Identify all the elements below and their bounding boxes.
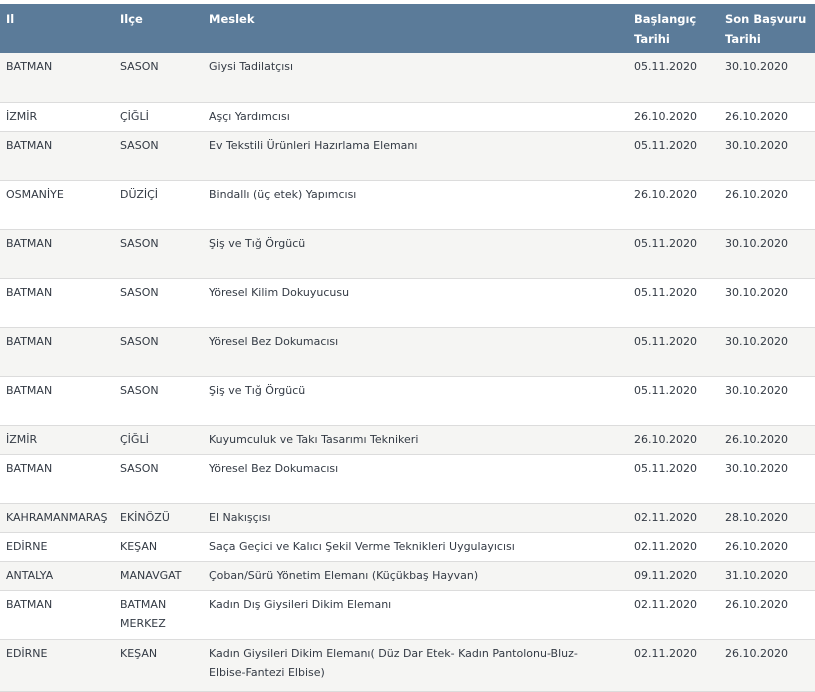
- cell-il: BATMAN: [0, 327, 114, 377]
- table-row: BATMAN SASON Yöresel Bez Dokumacısı 05.1…: [0, 454, 815, 504]
- cell-meslek: Kuyumculuk ve Takı Tasarımı Teknikeri: [203, 425, 628, 455]
- cell-ilce: SASON: [114, 229, 203, 279]
- cell-baslangic-tarihi: 09.11.2020: [628, 561, 719, 591]
- cell-son-basvuru-tarihi: 26.10.2020: [719, 425, 815, 455]
- table-header-row: Il Ilçe Meslek Başlangıç Tarihi Son Başvu…: [0, 4, 815, 53]
- cell-ilce: SASON: [114, 376, 203, 426]
- cell-baslangic-tarihi: 26.10.2020: [628, 425, 719, 455]
- cell-baslangic-tarihi: 05.11.2020: [628, 229, 719, 279]
- table-row: BATMAN SASON Şiş ve Tığ Örgücü 05.11.202…: [0, 376, 815, 426]
- job-listings-table: Il Ilçe Meslek Başlangıç Tarihi Son Başvu…: [0, 4, 815, 692]
- cell-ilce: SASON: [114, 327, 203, 377]
- cell-baslangic-tarihi: 05.11.2020: [628, 131, 719, 181]
- cell-son-basvuru-tarihi: 26.10.2020: [719, 639, 815, 692]
- cell-baslangic-tarihi: 02.11.2020: [628, 639, 719, 692]
- cell-il: OSMANİYE: [0, 180, 114, 230]
- cell-il: İZMİR: [0, 102, 114, 132]
- cell-son-basvuru-tarihi: 26.10.2020: [719, 590, 815, 640]
- table-row: BATMAN SASON Ev Tekstili Ürünleri Hazırl…: [0, 131, 815, 181]
- cell-baslangic-tarihi: 02.11.2020: [628, 532, 719, 562]
- header-meslek: Meslek: [203, 4, 628, 53]
- cell-il: BATMAN: [0, 454, 114, 504]
- cell-son-basvuru-tarihi: 30.10.2020: [719, 229, 815, 279]
- cell-meslek: Ev Tekstili Ürünleri Hazırlama Elemanı: [203, 131, 628, 181]
- cell-il: EDİRNE: [0, 532, 114, 562]
- cell-meslek: Çoban/Sürü Yönetim Elemanı (Küçükbaş Hay…: [203, 561, 628, 591]
- cell-ilce: EKİNÖZÜ: [114, 503, 203, 533]
- cell-ilce: MANAVGAT: [114, 561, 203, 591]
- table-row: EDİRNE KEŞAN Kadın Giysileri Dikim Elema…: [0, 639, 815, 692]
- cell-baslangic-tarihi: 05.11.2020: [628, 454, 719, 504]
- cell-meslek: Bindallı (üç etek) Yapımcısı: [203, 180, 628, 230]
- cell-baslangic-tarihi: 05.11.2020: [628, 278, 719, 328]
- cell-son-basvuru-tarihi: 30.10.2020: [719, 53, 815, 103]
- cell-meslek: Giysi Tadilatçısı: [203, 53, 628, 103]
- table-row: BATMAN BATMAN MERKEZ Kadın Dış Giysileri …: [0, 590, 815, 640]
- table-row: OSMANİYE DÜZİÇİ Bindallı (üç etek) Yapım…: [0, 180, 815, 230]
- table-row: BATMAN SASON Yöresel Kilim Dokuyucusu 05…: [0, 278, 815, 328]
- table-row: BATMAN SASON Şiş ve Tığ Örgücü 05.11.202…: [0, 229, 815, 279]
- cell-meslek: Şiş ve Tığ Örgücü: [203, 376, 628, 426]
- table-row: EDİRNE KEŞAN Saça Geçici ve Kalıcı Şekil…: [0, 532, 815, 562]
- cell-il: BATMAN: [0, 229, 114, 279]
- cell-son-basvuru-tarihi: 30.10.2020: [719, 327, 815, 377]
- cell-ilce: ÇİĞLİ: [114, 102, 203, 132]
- cell-il: BATMAN: [0, 590, 114, 640]
- cell-baslangic-tarihi: 05.11.2020: [628, 53, 719, 103]
- cell-ilce: KEŞAN: [114, 639, 203, 692]
- cell-ilce: ÇİĞLİ: [114, 425, 203, 455]
- cell-baslangic-tarihi: 26.10.2020: [628, 102, 719, 132]
- cell-ilce: KEŞAN: [114, 532, 203, 562]
- cell-il: İZMİR: [0, 425, 114, 455]
- table-row: İZMİR ÇİĞLİ Aşçı Yardımcısı 26.10.2020 2…: [0, 102, 815, 132]
- cell-baslangic-tarihi: 05.11.2020: [628, 327, 719, 377]
- table-row: BATMAN SASON Giysi Tadilatçısı 05.11.202…: [0, 53, 815, 103]
- cell-il: KAHRAMANMARAŞ: [0, 503, 114, 533]
- cell-ilce: SASON: [114, 131, 203, 181]
- cell-ilce: DÜZİÇİ: [114, 180, 203, 230]
- cell-son-basvuru-tarihi: 28.10.2020: [719, 503, 815, 533]
- cell-il: EDİRNE: [0, 639, 114, 692]
- cell-ilce: BATMAN MERKEZ: [114, 590, 203, 640]
- table-row: KAHRAMANMARAŞ EKİNÖZÜ El Nakışçısı 02.11…: [0, 503, 815, 533]
- cell-baslangic-tarihi: 05.11.2020: [628, 376, 719, 426]
- cell-meslek: Saça Geçici ve Kalıcı Şekil Verme Teknik…: [203, 532, 628, 562]
- table-row: BATMAN SASON Yöresel Bez Dokumacısı 05.1…: [0, 327, 815, 377]
- cell-meslek: Yöresel Bez Dokumacısı: [203, 327, 628, 377]
- cell-ilce: SASON: [114, 454, 203, 504]
- header-il: Il: [0, 4, 114, 53]
- cell-son-basvuru-tarihi: 30.10.2020: [719, 278, 815, 328]
- cell-ilce: SASON: [114, 278, 203, 328]
- cell-meslek: Yöresel Bez Dokumacısı: [203, 454, 628, 504]
- table-row: İZMİR ÇİĞLİ Kuyumculuk ve Takı Tasarımı …: [0, 425, 815, 455]
- header-son-basvuru-tarihi: Son Başvuru Tarihi: [719, 4, 815, 53]
- cell-son-basvuru-tarihi: 31.10.2020: [719, 561, 815, 591]
- cell-ilce: SASON: [114, 53, 203, 103]
- cell-baslangic-tarihi: 02.11.2020: [628, 503, 719, 533]
- cell-il: BATMAN: [0, 131, 114, 181]
- cell-meslek: Kadın Dış Giysileri Dikim Elemanı: [203, 590, 628, 640]
- table-row: ANTALYA MANAVGAT Çoban/Sürü Yönetim Elem…: [0, 561, 815, 591]
- cell-il: BATMAN: [0, 278, 114, 328]
- cell-meslek: Aşçı Yardımcısı: [203, 102, 628, 132]
- cell-meslek: Şiş ve Tığ Örgücü: [203, 229, 628, 279]
- cell-son-basvuru-tarihi: 26.10.2020: [719, 180, 815, 230]
- cell-son-basvuru-tarihi: 26.10.2020: [719, 532, 815, 562]
- cell-il: ANTALYA: [0, 561, 114, 591]
- cell-son-basvuru-tarihi: 30.10.2020: [719, 454, 815, 504]
- cell-meslek: El Nakışçısı: [203, 503, 628, 533]
- cell-il: BATMAN: [0, 53, 114, 103]
- cell-son-basvuru-tarihi: 30.10.2020: [719, 131, 815, 181]
- header-baslangic-tarihi: Başlangıç Tarihi: [628, 4, 719, 53]
- cell-meslek: Yöresel Kilim Dokuyucusu: [203, 278, 628, 328]
- header-ilce: Ilçe: [114, 4, 203, 53]
- cell-baslangic-tarihi: 02.11.2020: [628, 590, 719, 640]
- cell-son-basvuru-tarihi: 26.10.2020: [719, 102, 815, 132]
- cell-meslek: Kadın Giysileri Dikim Elemanı( Düz Dar E…: [203, 639, 628, 692]
- cell-baslangic-tarihi: 26.10.2020: [628, 180, 719, 230]
- cell-il: BATMAN: [0, 376, 114, 426]
- cell-son-basvuru-tarihi: 30.10.2020: [719, 376, 815, 426]
